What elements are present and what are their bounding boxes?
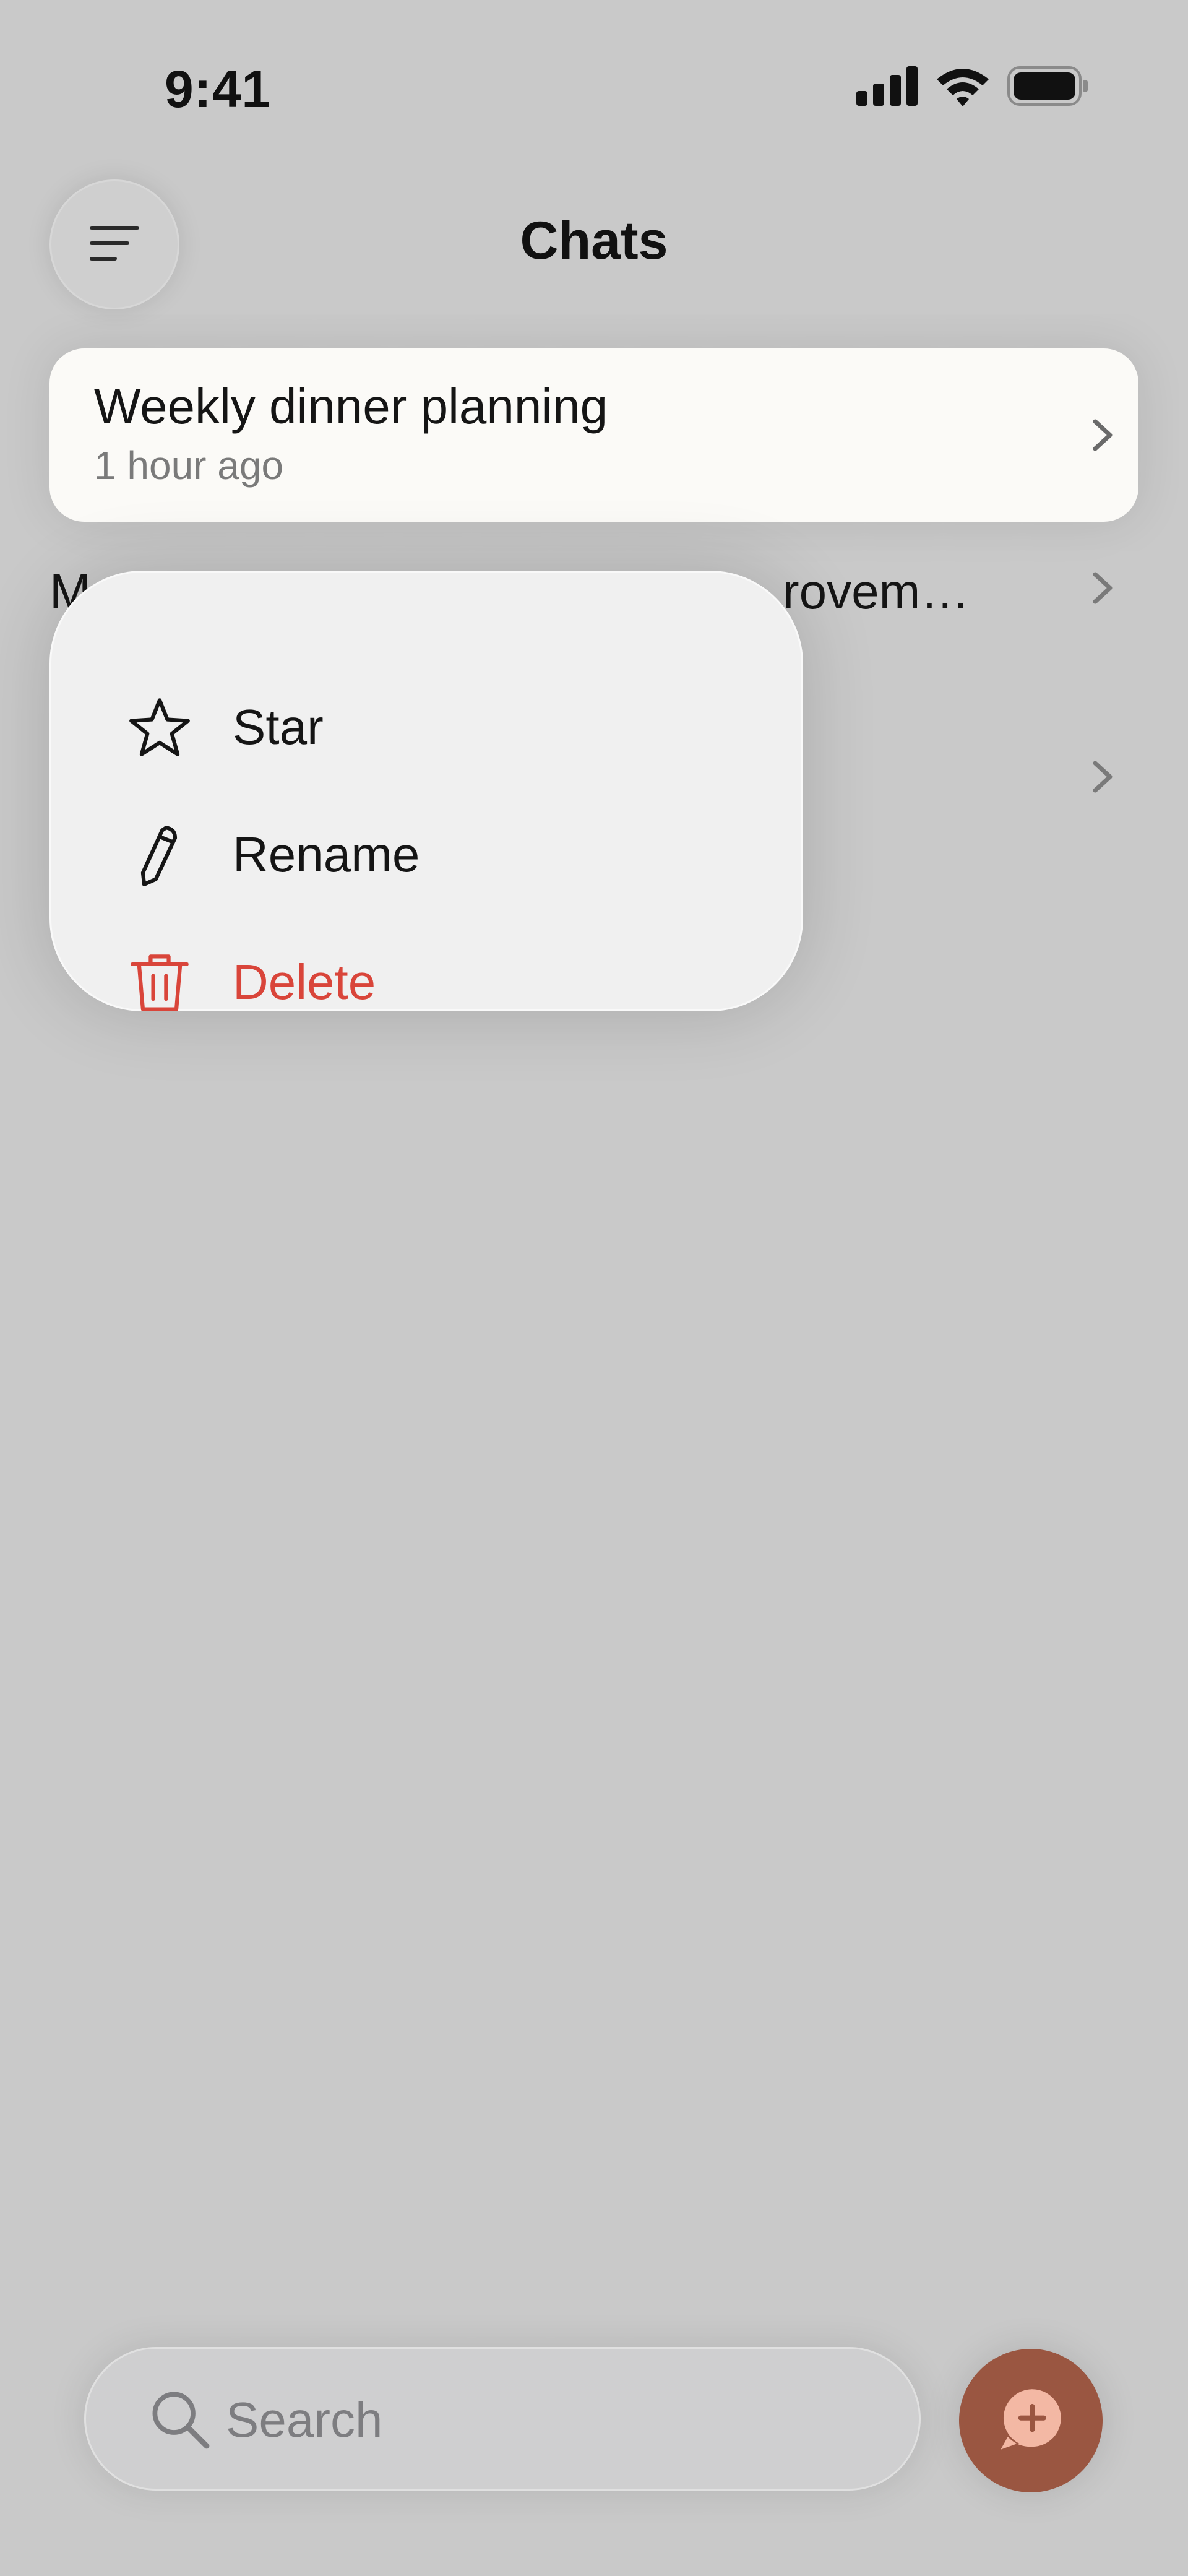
chevron-right-icon [1093, 419, 1113, 451]
pencil-icon [126, 821, 194, 889]
menu-item-rename[interactable]: Rename [51, 793, 805, 917]
wifi-icon [934, 66, 991, 110]
page-title: Chats [520, 211, 668, 270]
status-time: 9:41 [165, 60, 272, 118]
chat-timestamp: 1 hour ago [94, 443, 284, 488]
chat-title: Weekly dinner planning [94, 379, 608, 434]
selected-chat-card[interactable]: Weekly dinner planning 1 hour ago [50, 348, 1138, 522]
menu-item-delete[interactable]: Delete [51, 920, 805, 1044]
menu-item-label: Rename [233, 827, 420, 882]
search-input[interactable] [226, 2374, 882, 2466]
search-icon [145, 2385, 213, 2456]
menu-item-star[interactable]: Star [51, 665, 805, 789]
menu-item-label: Delete [233, 954, 376, 1009]
menu-item-label: Star [233, 699, 324, 754]
chevron-right-icon [1093, 761, 1113, 793]
star-icon [126, 693, 194, 761]
chat-title-tail: rovem… [783, 564, 970, 619]
context-menu: Star Rename Delete [50, 571, 803, 1011]
new-chat-button[interactable] [959, 2349, 1103, 2492]
status-bar: 9:41 [0, 0, 1188, 161]
trash-icon [126, 948, 194, 1016]
cellular-signal-icon [856, 66, 918, 109]
new-chat-icon [995, 2384, 1067, 2458]
status-icons [856, 66, 1089, 110]
search-bar[interactable] [84, 2347, 921, 2491]
battery-icon [1007, 66, 1089, 109]
chevron-right-icon [1093, 572, 1113, 604]
